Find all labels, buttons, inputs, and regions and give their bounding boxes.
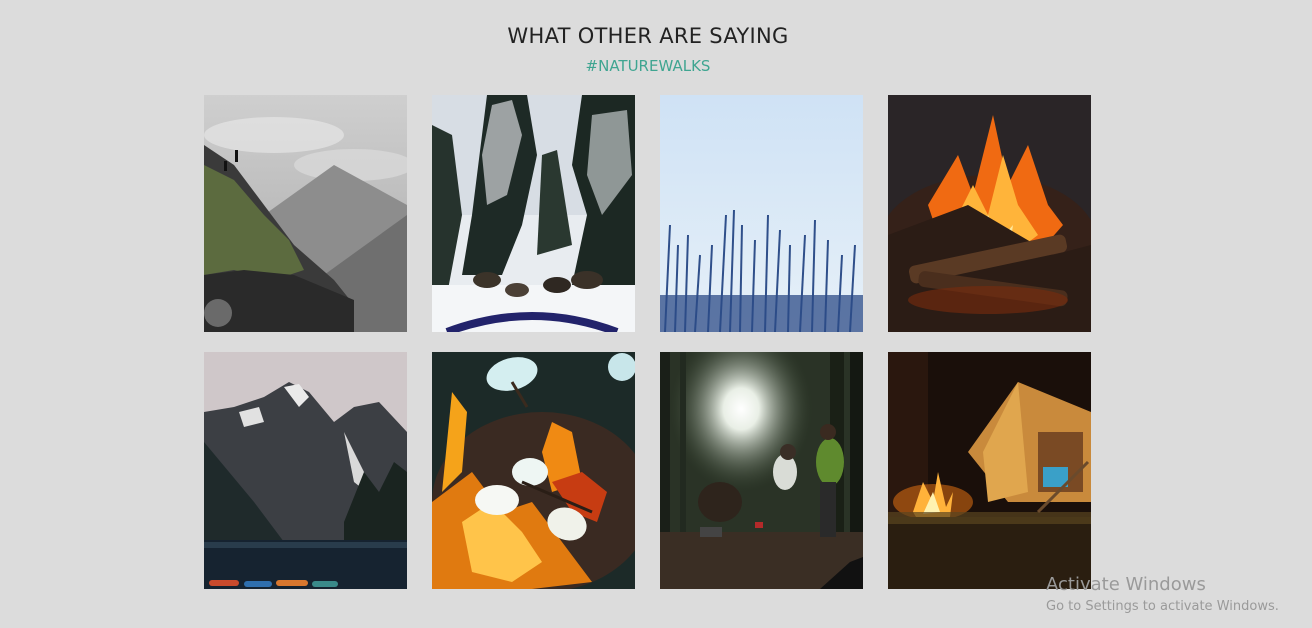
gallery-photo-blue-trees[interactable] <box>660 95 863 332</box>
photo-gallery <box>204 95 1091 589</box>
photo-marshmallows-image <box>432 352 635 589</box>
photo-mountain-lake-image <box>204 352 407 589</box>
gallery-photo-mountain-lake[interactable] <box>204 352 407 589</box>
gallery-photo-tent-campfire[interactable] <box>888 352 1091 589</box>
photo-dog-sled-image <box>432 95 635 332</box>
photo-forest-camp-image <box>660 352 863 589</box>
gallery-photo-marshmallows[interactable] <box>432 352 635 589</box>
windows-activation-watermark: Activate Windows Go to Settings to activ… <box>1046 574 1279 616</box>
gallery-photo-campfire[interactable] <box>888 95 1091 332</box>
photo-blue-trees-image <box>660 95 863 332</box>
photo-campfire-image <box>888 95 1091 332</box>
gallery-photo-mountain-ridge[interactable] <box>204 95 407 332</box>
photo-tent-campfire-image <box>888 352 1091 589</box>
gallery-photo-forest-camp[interactable] <box>660 352 863 589</box>
section-title: WHAT OTHER ARE SAYING <box>507 24 789 48</box>
watermark-title: Activate Windows <box>1046 574 1206 595</box>
photo-mountain-ridge-image <box>204 95 407 332</box>
watermark-subtitle: Go to Settings to activate Windows. <box>1046 599 1279 614</box>
gallery-photo-dog-sled[interactable] <box>432 95 635 332</box>
page: WHAT OTHER ARE SAYING #NATUREWALKS Activ… <box>0 0 1312 628</box>
hashtag-subtitle[interactable]: #NATUREWALKS <box>0 57 1296 75</box>
